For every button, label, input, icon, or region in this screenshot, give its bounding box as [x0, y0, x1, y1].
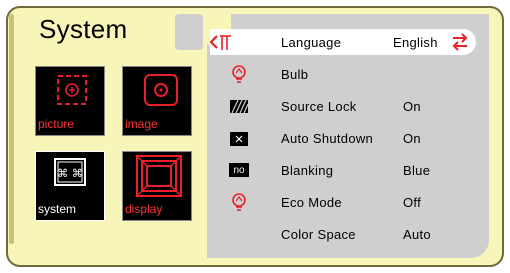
setting-value: Auto — [403, 227, 431, 242]
setting-label: Source Lock — [281, 99, 357, 114]
setting-label: Blanking — [281, 163, 334, 178]
setting-source-lock-row[interactable]: Source Lock On — [207, 91, 489, 121]
setting-auto-shutdown-row[interactable]: Auto Shutdown On — [207, 123, 489, 153]
setting-value: Blue — [403, 163, 431, 178]
language-icon — [210, 35, 231, 50]
tile-system[interactable]: ⌘ ⌘ system — [35, 151, 105, 221]
setting-bulb-row[interactable]: Bulb — [207, 59, 489, 89]
tile-display[interactable]: display — [122, 151, 192, 221]
setting-value: On — [403, 99, 421, 114]
setting-color-space-row[interactable]: Color Space Auto — [207, 219, 489, 249]
swap-arrows-icon[interactable] — [452, 33, 468, 51]
osd-menu: System picture image ⌘ ⌘ system display … — [0, 0, 510, 273]
tile-label: display — [125, 202, 163, 216]
setting-eco-mode-row[interactable]: Eco Mode Off — [207, 187, 489, 217]
tile-label: picture — [38, 117, 75, 131]
svg-text:⌘ ⌘: ⌘ ⌘ — [57, 167, 83, 180]
setting-label: Language — [281, 35, 342, 50]
tile-picture[interactable]: picture — [35, 66, 105, 136]
auto-shutdown-icon — [230, 132, 248, 146]
eco-mode-bulb-icon — [232, 193, 246, 211]
tile-label: system — [38, 202, 77, 216]
panel-edge — [9, 14, 14, 244]
source-lock-icon — [230, 99, 249, 114]
menu-title: System — [39, 14, 128, 44]
setting-label: Eco Mode — [281, 195, 342, 210]
panel-tab — [175, 14, 203, 50]
setting-blanking-row[interactable]: no Blanking Blue — [207, 155, 489, 185]
blanking-badge: no — [229, 163, 249, 177]
setting-label: Color Space — [281, 227, 356, 242]
setting-label: Auto Shutdown — [281, 131, 374, 146]
bulb-icon — [232, 65, 246, 83]
setting-value: Off — [403, 195, 422, 210]
tile-label: image — [125, 117, 158, 131]
setting-language-row[interactable]: Language English — [210, 29, 476, 55]
setting-value: On — [403, 131, 421, 146]
setting-value: English — [393, 35, 438, 50]
setting-label: Bulb — [281, 67, 309, 82]
blanking-icon: no — [229, 161, 249, 179]
tile-image[interactable]: image — [122, 66, 192, 136]
